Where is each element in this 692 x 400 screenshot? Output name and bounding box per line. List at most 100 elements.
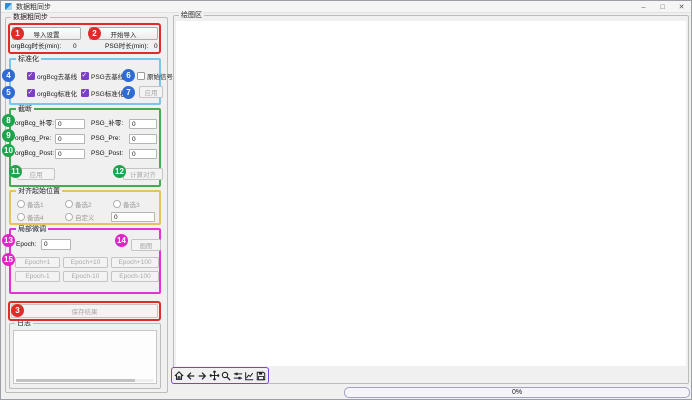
radio-icon [65, 200, 73, 208]
radio-icon [113, 200, 121, 208]
plot-area-title: 绘图区 [179, 11, 204, 20]
badge-2: 2 [88, 27, 101, 40]
back-icon[interactable] [186, 369, 197, 382]
save-icon[interactable] [255, 369, 266, 382]
epoch-plus-10-button[interactable]: Epoch+10 [63, 257, 108, 268]
home-icon[interactable] [174, 369, 185, 382]
radio-icon [17, 200, 25, 208]
truncate-group-title: 截断 [16, 105, 34, 114]
raw-signal-label: 原始信号 [147, 71, 173, 81]
psg-length-label: PSG时长(min): [105, 42, 148, 52]
left-panel-title: 数据粗同步 [11, 13, 50, 22]
psg-pre-label: PSG_Pre: [91, 134, 120, 144]
forward-icon[interactable] [197, 369, 208, 382]
badge-15: 15 [2, 253, 15, 266]
draw-button[interactable]: 画图 [131, 239, 161, 251]
radio-option-3-label: 备选3 [123, 199, 140, 209]
normalize-apply-button[interactable]: 应用 [139, 86, 163, 98]
normalize-group-title: 标准化 [16, 55, 41, 64]
radio-option-2[interactable]: 备选2 [65, 199, 92, 209]
scrollbar-thumb[interactable] [16, 379, 135, 382]
titlebar: 数据粗同步 – □ ✕ [1, 1, 691, 13]
orgbcg-normalize-checkbox[interactable]: orgBcg标准化 [27, 88, 77, 98]
orgbcg-length-label: orgBcg时长(min): [11, 42, 61, 52]
radio-option-2-label: 备选2 [75, 199, 92, 209]
epoch-minus-100-button[interactable]: Epoch-100 [111, 271, 159, 282]
badge-4: 4 [2, 69, 15, 82]
truncate-apply-button[interactable]: 应用 [17, 168, 55, 180]
finetune-group-title: 局部微调 [16, 225, 48, 234]
subplots-icon[interactable] [232, 369, 243, 382]
log-group-title: 日志 [15, 319, 33, 328]
checkbox-checked-icon [27, 89, 35, 97]
badge-11: 11 [9, 165, 22, 178]
checkbox-unchecked-icon [137, 72, 145, 80]
align-position-group: 对齐起始位置 备选1 备选2 备选3 备选4 自定义 [9, 190, 161, 225]
badge-6: 6 [122, 69, 135, 82]
psg-pad-input[interactable] [129, 119, 157, 129]
psg-post-label: PSG_Post: [91, 149, 123, 159]
psg-detrend-checkbox[interactable]: PSG去基线 [81, 71, 124, 81]
finetune-group: 局部微调 Epoch: 画图 Epoch+1 Epoch+10 Epoch+10… [9, 228, 161, 294]
plot-canvas[interactable] [176, 21, 686, 366]
badge-3: 3 [11, 304, 24, 317]
raw-signal-checkbox[interactable]: 原始信号 [137, 71, 173, 81]
epoch-minus-10-button[interactable]: Epoch-10 [63, 271, 108, 282]
customize-icon[interactable] [244, 369, 255, 382]
orgbcg-detrend-checkbox[interactable]: orgBcg去基线 [27, 71, 77, 81]
orgbcg-normalize-label: orgBcg标准化 [37, 88, 77, 98]
radio-option-3[interactable]: 备选3 [113, 199, 140, 209]
truncate-group: 截断 orgBcg_补零: PSG_补零: orgBcg_Pre: PSG_Pr… [9, 108, 161, 187]
epoch-plus-1-button[interactable]: Epoch+1 [15, 257, 60, 268]
radio-option-1-label: 备选1 [27, 199, 44, 209]
calc-align-button[interactable]: 计算对齐 [123, 168, 163, 180]
maximize-button[interactable]: □ [653, 1, 672, 13]
checkbox-checked-icon [81, 89, 89, 97]
badge-9: 9 [2, 129, 15, 142]
checkbox-checked-icon [27, 72, 35, 80]
pan-icon[interactable] [209, 369, 220, 382]
app-window: 数据粗同步 – □ ✕ 数据粗同步 导入设置 开始导入 orgBcg时长(min… [0, 0, 692, 400]
orgbcg-length-value: 0 [73, 42, 77, 52]
custom-position-input[interactable] [111, 212, 155, 222]
radio-option-4[interactable]: 备选4 [17, 212, 44, 222]
align-group-title: 对齐起始位置 [16, 187, 62, 196]
progress-value: 0% [512, 389, 522, 396]
psg-normalize-checkbox[interactable]: PSG标准化 [81, 88, 124, 98]
plot-toolbar [171, 367, 269, 384]
orgbcg-post-input[interactable] [55, 149, 85, 159]
epoch-plus-100-button[interactable]: Epoch+100 [111, 257, 159, 268]
radio-option-1[interactable]: 备选1 [17, 199, 44, 209]
zoom-icon[interactable] [221, 369, 232, 382]
normalize-group: 标准化 orgBcg去基线 PSG去基线 orgBcg标准化 PSG标准化 原始… [9, 58, 161, 105]
radio-icon [65, 213, 73, 221]
progress-bar: 0% [344, 387, 690, 398]
badge-7: 7 [122, 86, 135, 99]
badge-14: 14 [115, 234, 128, 247]
orgbcg-post-label: orgBcg_Post: [15, 149, 54, 159]
psg-post-input[interactable] [129, 149, 157, 159]
orgbcg-pad-input[interactable] [55, 119, 85, 129]
badge-5: 5 [2, 86, 15, 99]
epoch-minus-1-button[interactable]: Epoch-1 [15, 271, 60, 282]
orgbcg-pad-label: orgBcg_补零: [15, 119, 54, 129]
radio-option-4-label: 备选4 [27, 212, 44, 222]
minimize-button[interactable]: – [634, 1, 653, 13]
close-button[interactable]: ✕ [672, 1, 691, 13]
log-list[interactable] [13, 330, 157, 384]
badge-12: 12 [113, 165, 126, 178]
radio-option-custom[interactable]: 自定义 [65, 212, 95, 222]
psg-pre-input[interactable] [129, 134, 157, 144]
psg-length-value: 0 [154, 42, 158, 52]
badge-8: 8 [2, 114, 15, 127]
window-title: 数据粗同步 [16, 2, 51, 12]
orgbcg-detrend-label: orgBcg去基线 [37, 71, 77, 81]
app-icon [5, 3, 12, 10]
orgbcg-pre-input[interactable] [55, 134, 85, 144]
log-group: 日志 [9, 323, 161, 389]
psg-detrend-label: PSG去基线 [91, 71, 124, 81]
save-result-button[interactable]: 保存结果 [11, 304, 158, 318]
horizontal-scrollbar[interactable] [16, 379, 154, 382]
epoch-input[interactable] [41, 239, 71, 250]
orgbcg-pre-label: orgBcg_Pre: [15, 134, 51, 144]
